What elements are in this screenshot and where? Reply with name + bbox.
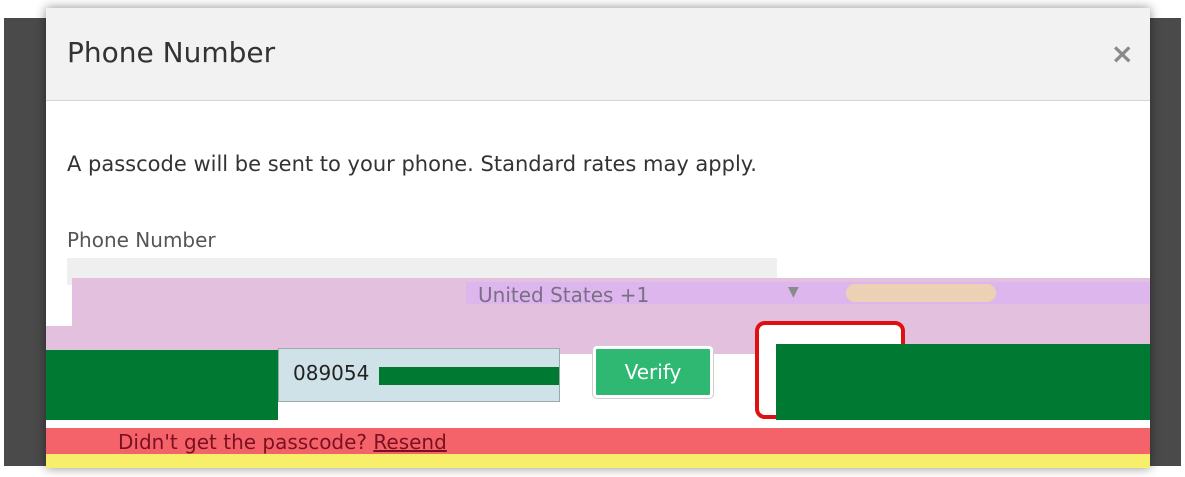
phone-number-dialog: Phone Number × A passcode will be sent t… xyxy=(46,8,1150,468)
close-icon[interactable]: × xyxy=(1111,40,1134,68)
verify-button[interactable]: Verify xyxy=(593,346,713,398)
resend-link[interactable]: Resend xyxy=(373,430,446,454)
dialog-header: Phone Number × xyxy=(46,8,1150,101)
render-artifact-yellow xyxy=(46,454,1150,468)
country-select[interactable]: United States +1 ▼ xyxy=(466,280,846,310)
render-artifact-blob xyxy=(846,284,996,302)
render-artifact-input-green xyxy=(379,367,559,385)
render-artifact-green-left xyxy=(46,350,278,420)
country-select-value: United States +1 xyxy=(478,283,650,307)
chevron-down-icon: ▼ xyxy=(788,284,799,300)
resend-prompt: Didn't get the passcode? xyxy=(118,430,368,454)
resend-row: Didn't get the passcode? Resend xyxy=(118,430,447,454)
render-artifact-white xyxy=(46,298,72,326)
render-artifact-green-right xyxy=(776,344,1150,420)
phone-input-wrapper xyxy=(278,348,560,402)
dialog-description: A passcode will be sent to your phone. S… xyxy=(67,152,757,176)
phone-number-label: Phone Number xyxy=(67,228,216,252)
dialog-title: Phone Number xyxy=(67,36,276,69)
